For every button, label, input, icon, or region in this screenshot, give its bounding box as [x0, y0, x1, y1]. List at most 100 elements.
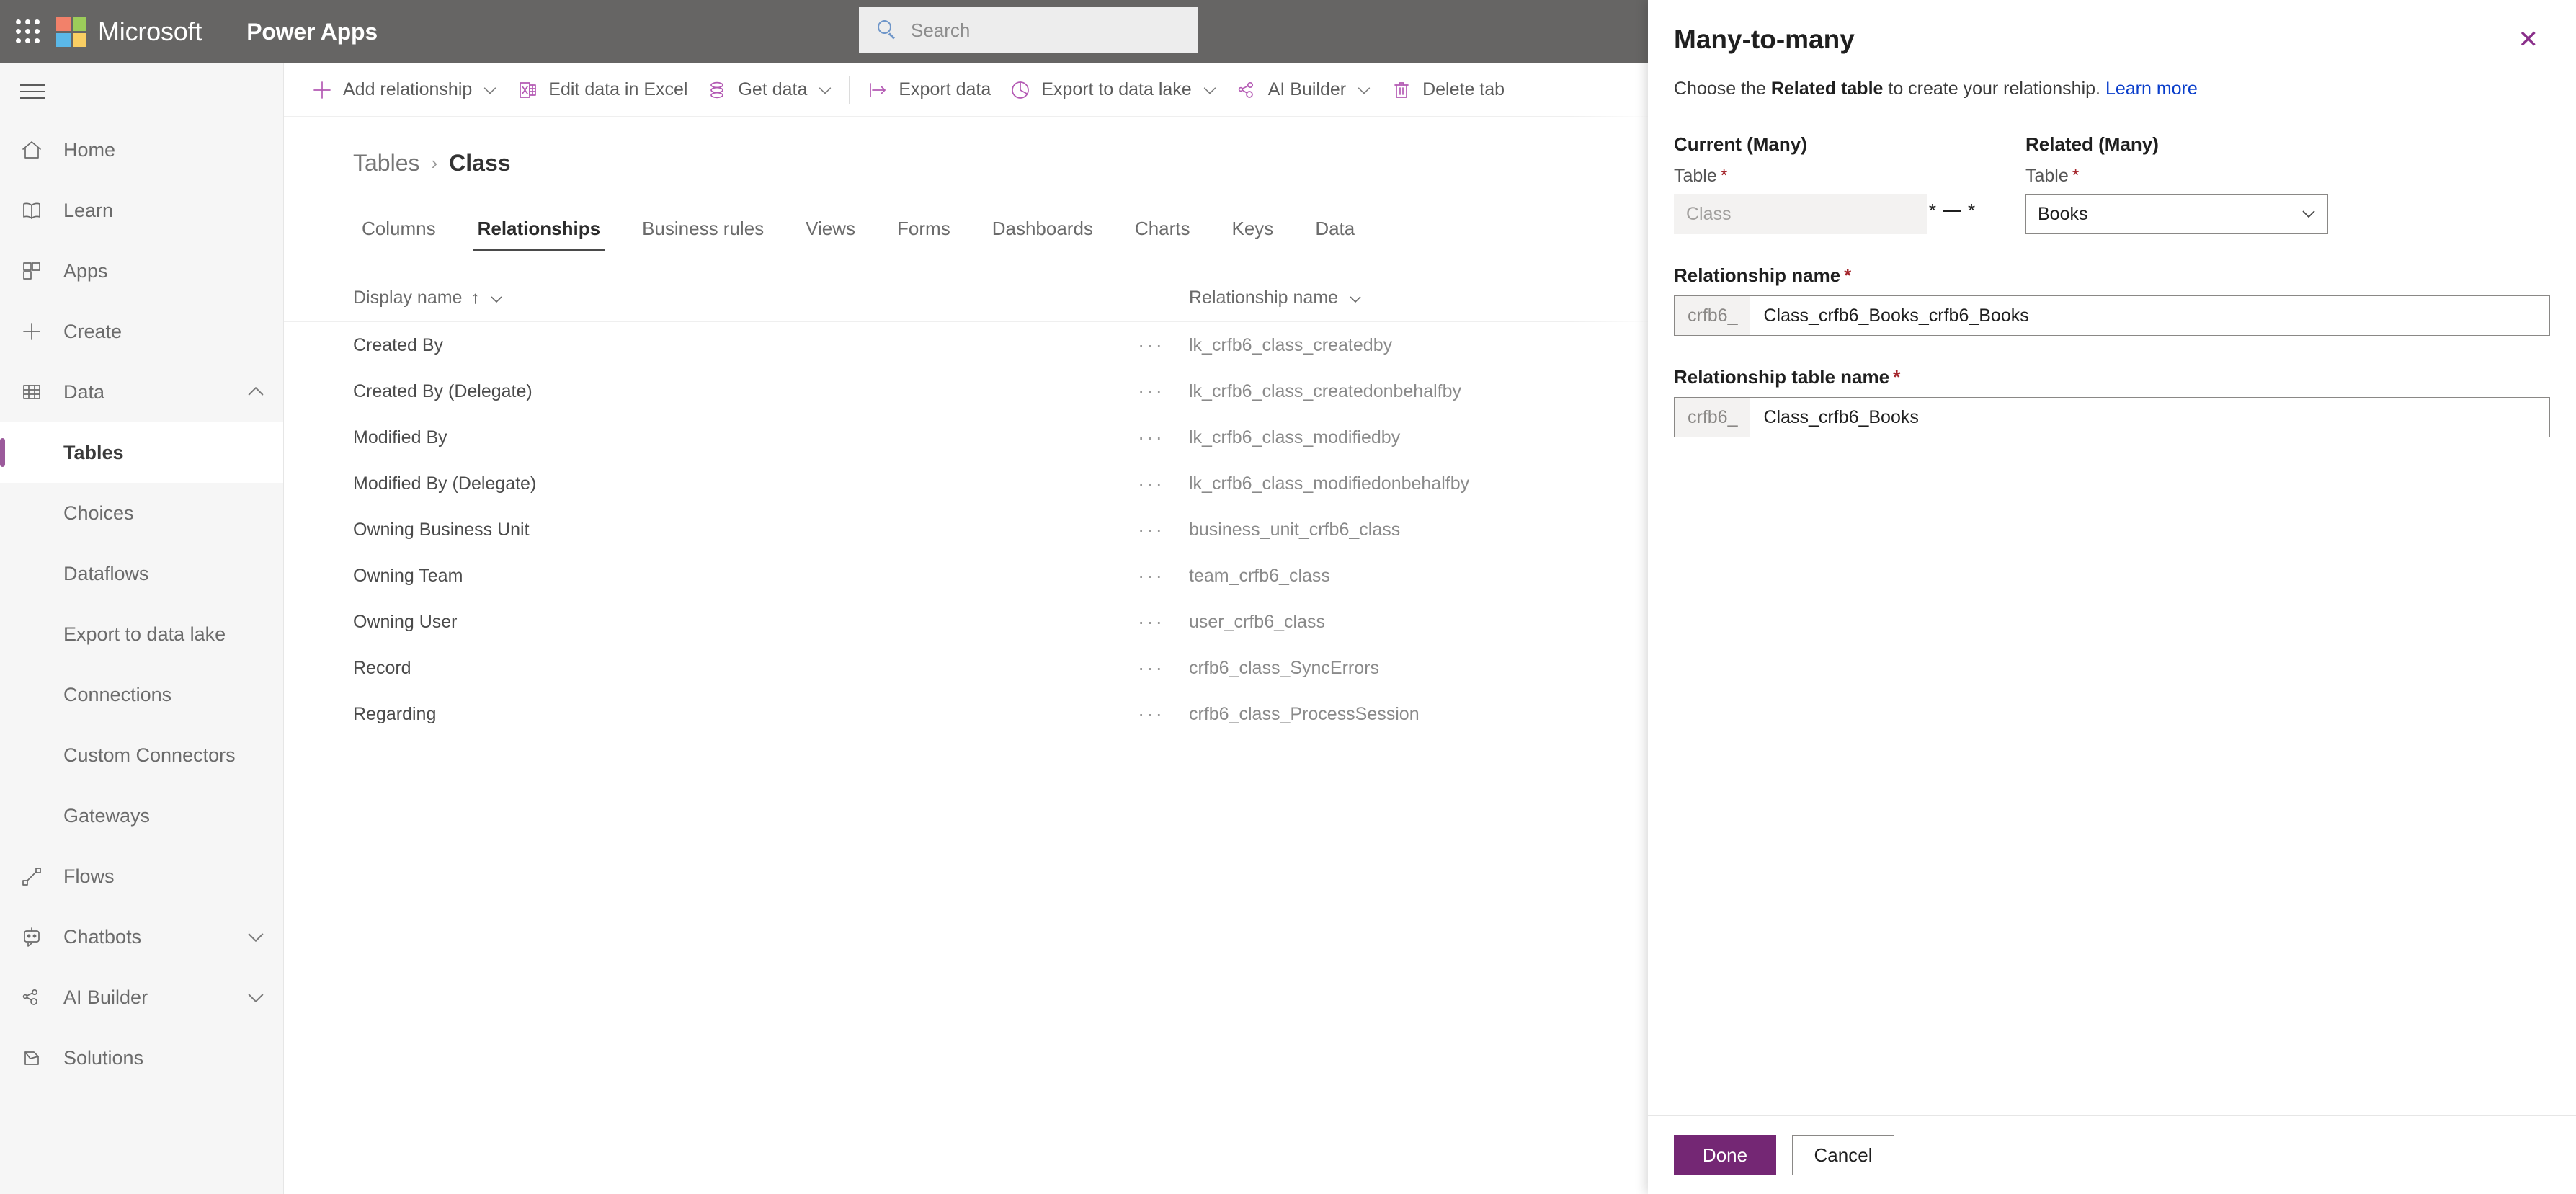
sidebar-item-chatbots[interactable]: Chatbots — [0, 906, 283, 967]
chevron-down-icon[interactable] — [246, 987, 266, 1007]
trash-icon — [1389, 78, 1414, 102]
sidebar-item-label: Chatbots — [63, 925, 142, 948]
sidebar-item-label: Export to data lake — [63, 623, 226, 645]
row-more-options-icon[interactable]: ··· — [1138, 380, 1164, 403]
display-name-text: Owning Team — [353, 565, 463, 586]
search-placeholder: Search — [911, 19, 971, 41]
row-more-options-icon[interactable]: ··· — [1138, 426, 1164, 449]
row-more-options-icon[interactable]: ··· — [1138, 334, 1164, 357]
sidebar-item-home[interactable]: Home — [0, 120, 283, 180]
tab-data[interactable]: Data — [1302, 218, 1368, 251]
row-more-options-icon[interactable]: ··· — [1138, 564, 1164, 587]
sidebar-item-learn[interactable]: Learn — [0, 180, 283, 241]
command-export-data[interactable]: Export data — [857, 63, 999, 116]
cardinality-indicator: * * — [1927, 187, 1976, 234]
display-name-text: Modified By — [353, 427, 447, 447]
cancel-button[interactable]: Cancel — [1792, 1135, 1894, 1175]
sidebar-item-ai-builder[interactable]: AI Builder — [0, 967, 283, 1028]
sidebar-item-tables[interactable]: Tables — [0, 422, 283, 483]
chevron-down-icon[interactable] — [482, 82, 498, 98]
breadcrumb-parent[interactable]: Tables — [353, 150, 420, 177]
relationship-name-label: Relationship name * — [1674, 264, 2550, 287]
sidebar-item-create[interactable]: Create — [0, 301, 283, 362]
data-lake-icon — [1008, 78, 1033, 102]
chevron-up-icon[interactable] — [246, 382, 266, 402]
book-icon — [20, 199, 50, 222]
related-table-dropdown[interactable]: Books — [2025, 194, 2328, 234]
relationship-name-input[interactable]: crfb6_ Class_crfb6_Books_crfb6_Books — [1674, 295, 2550, 336]
display-name-text: Regarding — [353, 703, 437, 724]
chevron-down-icon[interactable] — [1356, 82, 1372, 98]
relationship-table-name-input[interactable]: crfb6_ Class_crfb6_Books — [1674, 397, 2550, 437]
flow-icon — [20, 865, 50, 888]
tab-keys[interactable]: Keys — [1219, 218, 1287, 251]
command-label: Edit data in Excel — [548, 79, 688, 99]
app-root: Microsoft Power Apps Search Home Learn App… — [0, 0, 2576, 1194]
sidebar-item-apps[interactable]: Apps — [0, 241, 283, 301]
close-icon[interactable]: ✕ — [2513, 24, 2545, 55]
sidebar-toggle-hamburger-icon[interactable] — [0, 63, 283, 120]
tab-columns[interactable]: Columns — [349, 218, 449, 251]
row-more-options-icon[interactable]: ··· — [1138, 610, 1164, 633]
command-delete-tab[interactable]: Delete tab — [1381, 63, 1513, 116]
done-button[interactable]: Done — [1674, 1135, 1776, 1175]
sidebar-item-data[interactable]: Data — [0, 362, 283, 422]
tab-dashboards[interactable]: Dashboards — [979, 218, 1106, 251]
sidebar-item-flows[interactable]: Flows — [0, 846, 283, 906]
sidebar-item-export-to-data-lake[interactable]: Export to data lake — [0, 604, 283, 664]
panel-description: Choose the Related table to create your … — [1648, 55, 2576, 102]
current-table-block: Current (Many) Table * Class — [1674, 133, 1927, 234]
sidebar-item-label: Flows — [63, 865, 115, 887]
app-launcher-waffle-icon[interactable] — [16, 19, 40, 44]
column-header-relationship-name-label: Relationship name — [1189, 288, 1339, 308]
sidebar-item-label: Solutions — [63, 1046, 144, 1069]
search-icon — [878, 20, 898, 40]
sidebar-item-connections[interactable]: Connections — [0, 664, 283, 725]
command-label: Export data — [899, 79, 991, 99]
left-sidebar: Home Learn Apps Create Data Tables Choices Data… — [0, 63, 284, 1194]
command-ai-builder[interactable]: AI Builder — [1226, 63, 1381, 116]
learn-more-link[interactable]: Learn more — [2105, 79, 2198, 99]
sidebar-item-dataflows[interactable]: Dataflows — [0, 543, 283, 604]
panel-body: Current (Many) Table * Class * * Related … — [1648, 102, 2576, 1115]
chevron-down-icon[interactable] — [1348, 291, 1363, 306]
panel-header: Many-to-many ✕ — [1648, 0, 2576, 55]
row-more-options-icon[interactable]: ··· — [1138, 472, 1164, 495]
chevron-down-icon[interactable] — [1202, 82, 1218, 98]
sidebar-item-label: Tables — [63, 441, 124, 463]
row-more-options-icon[interactable]: ··· — [1138, 656, 1164, 680]
command-label: Get data — [738, 79, 808, 99]
command-add-relationship[interactable]: Add relationship — [301, 63, 507, 116]
sidebar-item-custom-connectors[interactable]: Custom Connectors — [0, 725, 283, 785]
tab-charts[interactable]: Charts — [1122, 218, 1203, 251]
chevron-down-icon[interactable] — [817, 82, 833, 98]
search-input[interactable]: Search — [859, 7, 1198, 53]
command-export-to-data-lake[interactable]: Export to data lake — [999, 63, 1226, 116]
tab-forms[interactable]: Forms — [884, 218, 963, 251]
panel-description-post: to create your relationship. — [1883, 79, 2105, 99]
column-header-display-name[interactable]: Display name ↑ — [353, 288, 1189, 308]
row-more-options-icon[interactable]: ··· — [1138, 518, 1164, 541]
chevron-down-icon[interactable] — [489, 291, 504, 306]
sidebar-item-solutions[interactable]: Solutions — [0, 1028, 283, 1088]
chevron-down-icon[interactable] — [246, 927, 266, 947]
solutions-icon — [20, 1046, 50, 1069]
sidebar-item-label: Gateways — [63, 804, 151, 827]
cell-display-name: Owning User ··· — [353, 610, 1189, 633]
sidebar-item-choices[interactable]: Choices — [0, 483, 283, 543]
tab-relationships[interactable]: Relationships — [465, 218, 613, 251]
tab-views[interactable]: Views — [793, 218, 868, 251]
command-get-data[interactable]: Get data — [696, 63, 842, 116]
plus-icon — [20, 320, 50, 343]
apps-grid-icon — [20, 259, 50, 282]
related-table-label-text: Table — [2025, 166, 2069, 186]
tab-business-rules[interactable]: Business rules — [629, 218, 777, 251]
microsoft-wordmark: Microsoft — [98, 17, 202, 46]
sidebar-item-gateways[interactable]: Gateways — [0, 785, 283, 846]
breadcrumb-separator-icon: › — [431, 152, 438, 174]
get-data-icon — [705, 78, 729, 102]
command-edit-data-in-excel[interactable]: Edit data in Excel — [507, 63, 696, 116]
row-more-options-icon[interactable]: ··· — [1138, 703, 1164, 726]
chatbot-icon — [20, 925, 50, 948]
sidebar-item-label: Data — [63, 380, 105, 403]
